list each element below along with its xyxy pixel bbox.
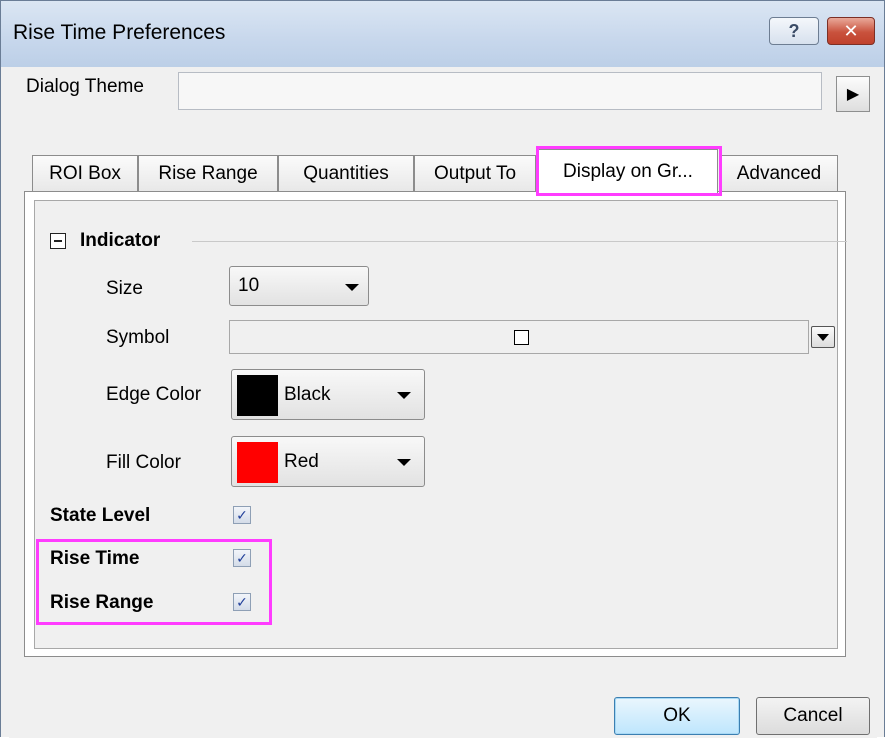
fill-color-value: Red [284,450,319,472]
cancel-button[interactable]: Cancel [756,697,870,735]
dialog-theme-input[interactable] [178,72,822,110]
dialog-title: Rise Time Preferences [13,21,226,44]
rise-range-checkbox[interactable]: ✓ [233,593,251,611]
help-button[interactable]: ? [769,17,819,45]
indicator-group-title: Indicator [80,230,161,251]
tab-quantities[interactable]: Quantities [278,155,414,191]
edge-color-swatch [237,375,278,416]
rise-time-checkbox[interactable]: ✓ [233,549,251,567]
symbol-label: Symbol [106,327,170,348]
size-label: Size [106,278,143,299]
square-symbol-icon [514,330,529,345]
tab-roi-box[interactable]: ROI Box [32,155,138,191]
symbol-dropdown-button[interactable] [811,326,835,348]
chevron-down-icon [345,284,359,291]
collapse-minus-icon[interactable] [50,233,66,249]
fill-color-swatch [237,442,278,483]
chevron-down-icon [397,459,411,466]
size-dropdown[interactable]: 10 [229,266,369,306]
dialog-theme-label: Dialog Theme [26,76,144,97]
edge-color-value: Black [284,383,331,405]
rise-time-label: Rise Time [50,548,140,569]
size-value: 10 [238,275,260,296]
symbol-selector[interactable] [229,320,809,354]
fill-color-dropdown[interactable]: Red [231,436,425,487]
ok-button[interactable]: OK [614,697,740,735]
fill-color-label: Fill Color [106,452,181,473]
rise-range-label: Rise Range [50,592,154,613]
tab-output-to[interactable]: Output To [414,155,536,191]
theme-menu-arrow-icon[interactable]: ▶ [836,76,870,112]
edge-color-dropdown[interactable]: Black [231,369,425,420]
tab-advanced[interactable]: Advanced [720,155,838,191]
title-bar: Rise Time Preferences ? ✕ [1,1,884,67]
group-divider [192,241,847,242]
edge-color-label: Edge Color [106,384,202,405]
tab-rise-range[interactable]: Rise Range [138,155,278,191]
tab-panel-content [34,200,838,649]
state-level-label: State Level [50,505,151,526]
close-button[interactable]: ✕ [827,17,875,45]
tab-display-on-graph[interactable]: Display on Gr... [538,149,718,193]
state-level-checkbox[interactable]: ✓ [233,506,251,524]
chevron-down-icon [397,392,411,399]
